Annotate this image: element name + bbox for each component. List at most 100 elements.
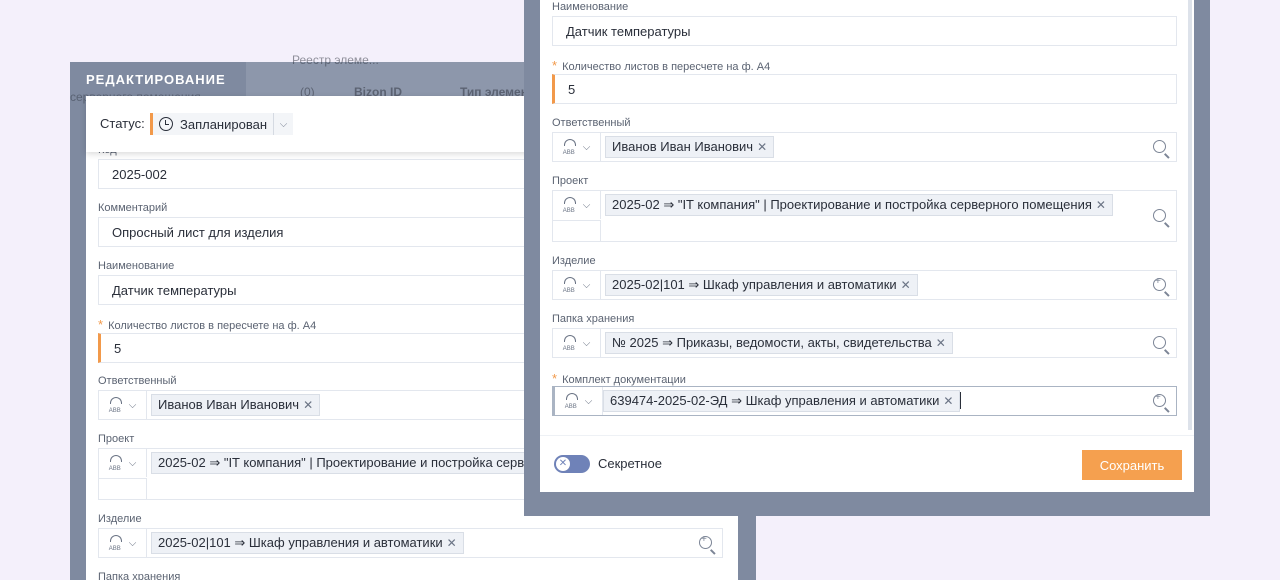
zoom-in-icon[interactable] — [699, 534, 712, 549]
chip-text: 2025-02|101 ⇒ Шкаф управления и автомати… — [612, 277, 897, 292]
kit-label: * Комплект документации — [552, 371, 686, 386]
kit-chip: 639474-2025-02-ЭД ⇒ Шкаф управления и ав… — [603, 390, 961, 412]
code-field[interactable]: 2025-002 — [98, 159, 538, 189]
remove-chip-icon[interactable]: ✕ — [943, 394, 953, 408]
chip-text: Иванов Иван Иванович — [612, 139, 754, 154]
kit-label-text: Комплект документации — [562, 374, 686, 386]
responsible-field[interactable]: ABB ⌵ Иванов Иван Иванович ✕ — [98, 390, 538, 420]
chevron-down-icon: ⌵ — [128, 457, 137, 469]
product-label: Изделие — [552, 255, 596, 267]
abb-lookup-icon: ABB — [563, 334, 577, 352]
edit-dialog: Наименование Датчик температуры * Количес… — [524, 0, 1210, 516]
lookup-button[interactable]: ABB ⌵ — [99, 391, 147, 419]
chevron-down-icon: ⌵ — [582, 279, 591, 291]
remove-chip-icon[interactable]: ✕ — [901, 278, 911, 292]
sheets-label: * Количество листов в пересчете на ф. А4 — [552, 58, 770, 73]
clock-icon — [159, 117, 173, 131]
window-title: РЕДАКТИРОВАНИЕ — [86, 72, 226, 87]
dialog-footer: ✕ Секретное Сохранить — [540, 435, 1194, 492]
chevron-down-icon: ⌵ — [582, 337, 591, 349]
remove-chip-icon[interactable]: ✕ — [757, 140, 767, 154]
required-marker: * — [552, 371, 558, 386]
chip-text: Иванов Иван Иванович — [158, 397, 300, 412]
project-label: Проект — [552, 175, 589, 187]
kit-field[interactable]: ABB ⌵ 639474-2025-02-ЭД ⇒ Шкаф управления… — [552, 386, 1177, 416]
remove-chip-icon[interactable]: ✕ — [936, 336, 946, 350]
registry-fragment: Реестр элеме... — [292, 53, 379, 67]
lookup-button[interactable]: ABB ⌵ — [555, 387, 603, 415]
text-cursor — [960, 392, 961, 409]
product-field[interactable]: ABB ⌵ 2025-02|101 ⇒ Шкаф управления и авт… — [98, 528, 723, 558]
sheets-label-text: Количество листов в пересчете на ф. А4 — [108, 320, 317, 332]
folder-chip: № 2025 ⇒ Приказы, ведомости, акты, свиде… — [605, 332, 953, 354]
chevron-down-icon: ⌵ — [582, 141, 591, 153]
product-chip: 2025-02|101 ⇒ Шкаф управления и автомати… — [605, 274, 918, 296]
scrollbar[interactable] — [1188, 0, 1192, 430]
responsible-chip: Иванов Иван Иванович ✕ — [151, 394, 321, 416]
sheets-field[interactable]: 5 — [98, 333, 538, 363]
chevron-down-icon: ⌵ — [584, 395, 593, 407]
folder-label: Папка хранения — [98, 571, 181, 580]
required-marker: * — [552, 58, 558, 73]
remove-chip-icon[interactable]: ✕ — [303, 398, 313, 412]
lookup-button[interactable]: ABB ⌵ — [553, 271, 601, 299]
search-icon[interactable] — [1153, 336, 1166, 349]
folder-field[interactable]: ABB ⌵ № 2025 ⇒ Приказы, ведомости, акты, … — [552, 328, 1177, 358]
abb-lookup-icon: ABB — [563, 138, 577, 156]
sheets-label-text: Количество листов в пересчете на ф. А4 — [562, 61, 771, 73]
search-icon[interactable] — [1153, 140, 1166, 153]
name-label: Наименование — [552, 1, 629, 13]
chip-text: 2025-02|101 ⇒ Шкаф управления и автомати… — [158, 535, 443, 550]
project-field[interactable]: ABB ⌵ 2025-02 ⇒ "IT компания" | Проектиро… — [552, 190, 1177, 242]
responsible-chip: Иванов Иван Иванович ✕ — [605, 136, 775, 158]
product-label: Изделие — [98, 513, 142, 525]
toggle-x-icon: ✕ — [556, 457, 570, 471]
name-field[interactable]: Датчик температуры — [552, 16, 1177, 46]
chip-text: 639474-2025-02-ЭД ⇒ Шкаф управления и ав… — [610, 393, 940, 408]
abb-lookup-icon: ABB — [565, 392, 579, 410]
folder-label: Папка хранения — [552, 313, 635, 325]
product-field[interactable]: ABB ⌵ 2025-02|101 ⇒ Шкаф управления и авт… — [552, 270, 1177, 300]
search-icon[interactable] — [1153, 209, 1166, 222]
chip-text: 2025-02 ⇒ "IT компания" | Проектирование… — [612, 197, 1092, 212]
comment-field[interactable]: Опросный лист для изделия — [98, 217, 538, 247]
chevron-down-icon: ⌵ — [582, 199, 591, 211]
status-value: Запланирован — [180, 116, 268, 132]
remove-chip-icon[interactable]: ✕ — [1096, 198, 1106, 212]
responsible-label: Ответственный — [98, 375, 177, 387]
status-bar: Статус: Запланирован ⌵ — [86, 96, 546, 152]
lookup-button[interactable]: ABB ⌵ — [553, 133, 601, 161]
comment-label: Комментарий — [98, 202, 168, 214]
zoom-in-icon[interactable] — [1153, 276, 1166, 291]
empty-row — [99, 478, 147, 500]
required-marker: * — [98, 317, 104, 332]
name-field[interactable]: Датчик температуры — [98, 275, 538, 305]
save-button[interactable]: Сохранить — [1082, 450, 1182, 480]
lookup-button[interactable]: ABB ⌵ — [553, 329, 601, 357]
lookup-button[interactable]: ABB ⌵ — [99, 449, 147, 477]
abb-lookup-icon: ABB — [563, 196, 577, 214]
sheets-field[interactable]: 5 — [552, 74, 1177, 104]
dialog-body: Наименование Датчик температуры * Количес… — [540, 0, 1194, 492]
zoom-in-icon[interactable] — [1153, 392, 1166, 407]
project-label: Проект — [98, 433, 135, 445]
name-label: Наименование — [98, 260, 175, 272]
abb-lookup-icon: ABB — [109, 454, 123, 472]
secret-toggle[interactable]: ✕ — [554, 455, 590, 473]
abb-lookup-icon: ABB — [109, 396, 123, 414]
chevron-down-icon: ⌵ — [128, 537, 137, 549]
empty-row — [553, 220, 601, 242]
chevron-down-icon[interactable]: ⌵ — [273, 113, 293, 135]
sheets-label: * Количество листов в пересчете на ф. А4 — [98, 317, 316, 332]
abb-lookup-icon: ABB — [563, 276, 577, 294]
secret-label: Секретное — [598, 456, 662, 471]
remove-chip-icon[interactable]: ✕ — [447, 536, 457, 550]
project-field[interactable]: ABB ⌵ 2025-02 ⇒ "IT компания" | Проектиро… — [98, 448, 645, 500]
product-chip: 2025-02|101 ⇒ Шкаф управления и автомати… — [151, 532, 464, 554]
responsible-field[interactable]: ABB ⌵ Иванов Иван Иванович ✕ — [552, 132, 1177, 162]
lookup-button[interactable]: ABB ⌵ — [99, 529, 147, 557]
lookup-button[interactable]: ABB ⌵ — [553, 191, 601, 219]
project-chip: 2025-02 ⇒ "IT компания" | Проектирование… — [605, 194, 1113, 216]
status-select[interactable]: Запланирован ⌵ — [150, 113, 294, 135]
chevron-down-icon: ⌵ — [128, 399, 137, 411]
